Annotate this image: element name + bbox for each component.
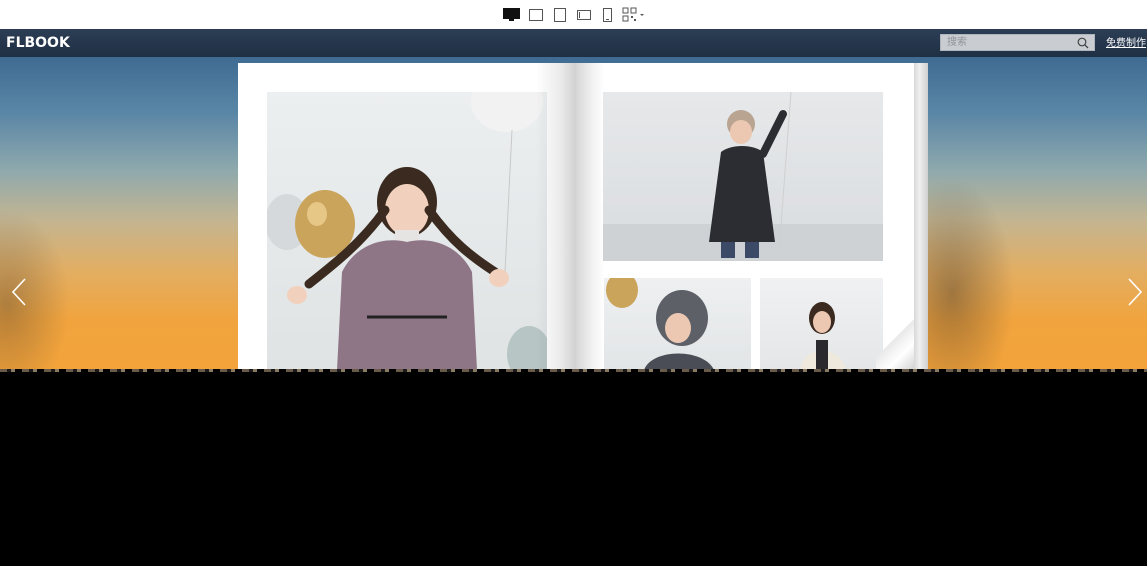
photo-girl-balloon-string-image — [603, 92, 883, 261]
tablet-portrait-view-icon — [553, 7, 566, 22]
photo-girl-hood-image — [606, 278, 714, 370]
unrendered-area — [0, 372, 1147, 566]
photo-girl-braids — [267, 92, 547, 370]
gutter-shadow-left — [536, 63, 576, 370]
flbook-logo[interactable]: FLBOOK — [6, 35, 70, 51]
phone-landscape-view-icon — [576, 9, 591, 20]
flipbook — [238, 63, 928, 370]
photo-girl-balloon-string — [603, 92, 883, 261]
book-page-left[interactable] — [238, 63, 576, 370]
tablet-landscape-view-button[interactable] — [525, 4, 547, 26]
gutter-shadow-right — [576, 63, 604, 370]
book-page-right[interactable] — [576, 63, 916, 370]
photo-girl-cream-coat-image — [800, 302, 846, 370]
app-header: FLBOOK 免费制作 — [0, 29, 1147, 57]
photo-girl-hood — [604, 278, 751, 370]
search-box — [940, 34, 1095, 51]
phone-portrait-view-button[interactable] — [597, 4, 619, 26]
phone-portrait-view-icon — [603, 7, 612, 22]
previous-page-button[interactable] — [10, 277, 30, 307]
chevron-right-icon — [1128, 278, 1143, 306]
device-preview-toolbar — [0, 0, 1147, 29]
desktop-view-button[interactable] — [501, 4, 523, 26]
tablet-portrait-view-button[interactable] — [549, 4, 571, 26]
next-page-button[interactable] — [1124, 277, 1144, 307]
flipbook-stage — [0, 57, 1147, 370]
chevron-left-icon — [11, 278, 26, 306]
tablet-landscape-view-icon — [528, 8, 543, 21]
book-page-edges — [914, 63, 928, 370]
page-curl-corner[interactable] — [876, 313, 916, 370]
phone-landscape-view-button[interactable] — [573, 4, 595, 26]
qr-code-icon — [622, 7, 644, 22]
photo-girl-cream-coat — [760, 278, 883, 370]
search-icon[interactable] — [1077, 37, 1089, 49]
search-input[interactable] — [941, 35, 1077, 50]
qr-code-button[interactable] — [621, 4, 647, 26]
background-tree-right — [925, 177, 1015, 370]
free-make-link[interactable]: 免费制作 — [1106, 38, 1146, 50]
desktop-view-icon — [503, 7, 520, 21]
photo-girl-braids-image — [267, 92, 547, 370]
